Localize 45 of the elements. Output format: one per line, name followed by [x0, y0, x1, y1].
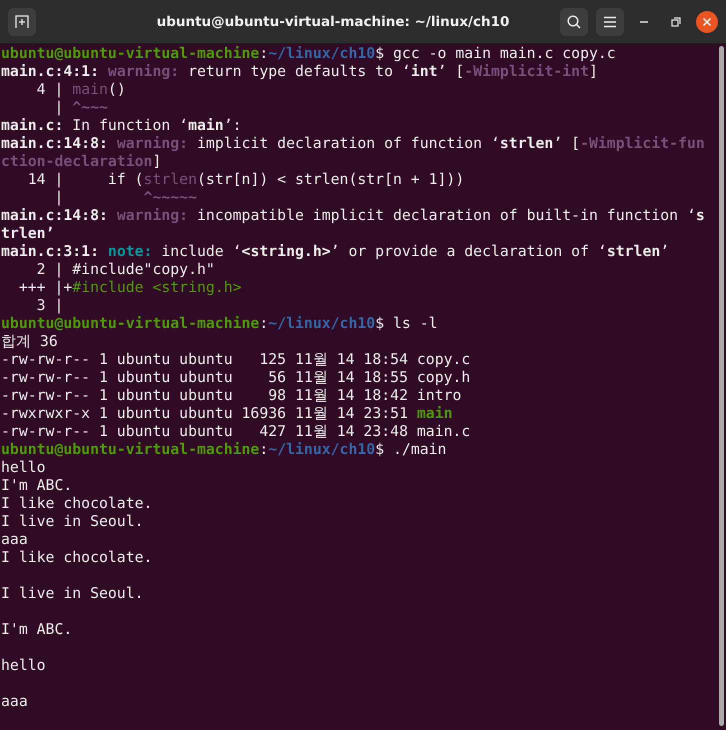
- terminal-line: 14 | if (strlen(str[n]) < strlen(str[n + 1])): [26, 171, 466, 189]
- terminal-line: | ^~~~: [53, 99, 109, 117]
- terminal-line: 2 | #include"copy.h": [36, 261, 216, 279]
- search-button[interactable]: [560, 8, 588, 36]
- terminal-line: I live in Seoul.: [1, 585, 145, 603]
- menu-button[interactable]: [596, 8, 624, 36]
- terminal-line: I'm ABC.: [1, 477, 74, 495]
- terminal-line: 4 | main(): [36, 81, 127, 99]
- new-tab-icon: [14, 14, 30, 30]
- terminal-line: -rw-rw-r-- 1 ubuntu ubuntu 98 11월 14 18:42 intro: [1, 387, 462, 405]
- terminal-line: I live in Seoul.: [1, 513, 145, 531]
- minimize-icon: [639, 20, 649, 24]
- terminal-line: I like chocolate.: [1, 495, 154, 513]
- terminal-line: hello: [1, 459, 47, 477]
- terminal-line: main.c:3:1: note: include ‘<string.h>’ or provide a declaration of ‘strlen’: [1, 243, 670, 261]
- terminal-line: +++ |+#include <string.h>: [18, 279, 243, 297]
- new-tab-button[interactable]: [8, 8, 36, 36]
- terminal-line: main.c:14:8: warning: implicit declaration of function ‘strlen’ [-Wimplicit-fun: [1, 135, 706, 153]
- terminal-line: 3 |: [36, 297, 64, 315]
- terminal-line: -rw-rw-r-- 1 ubuntu ubuntu 125 11월 14 18:54 copy.c: [1, 351, 472, 369]
- terminal-line: 합계 36: [1, 333, 59, 351]
- close-button[interactable]: [696, 10, 718, 32]
- close-icon: [702, 16, 712, 26]
- terminal-line: ubuntu@ubuntu-virtual-machine:~/linux/ch10$ gcc -o main main.c copy.c: [1, 45, 617, 63]
- terminal-line: aaa: [1, 531, 29, 549]
- search-icon: [566, 14, 582, 30]
- terminal-line: main.c:14:8: warning: incompatible implicit declaration of built-in function ‘s: [1, 207, 706, 225]
- terminal-line: aaa: [1, 693, 29, 711]
- terminal-line: | ^~~~~~: [53, 189, 198, 207]
- terminal-line: ubuntu@ubuntu-virtual-machine:~/linux/ch10$ ./main: [1, 441, 448, 459]
- scrollbar[interactable]: [718, 46, 724, 726]
- terminal-line: main.c: In function ‘main’:: [1, 117, 243, 135]
- window-title: ubuntu@ubuntu-virtual-machine: ~/linux/ch10: [156, 14, 510, 30]
- terminal-line: I like chocolate.: [1, 549, 154, 567]
- terminal-line: -rwxrwxr-x 1 ubuntu ubuntu 16936 11월 14 23:51 main: [1, 405, 454, 423]
- terminal-line: -rw-rw-r-- 1 ubuntu ubuntu 427 11월 14 23:48 main.c: [1, 423, 472, 441]
- terminal-line: I'm ABC.: [1, 621, 74, 639]
- menu-icon: [603, 16, 617, 28]
- terminal-line: trlen’: [1, 225, 56, 243]
- terminal-line: main.c:4:1: warning: return type defaults to ‘int’ [-Wimplicit-int]: [1, 63, 599, 81]
- terminal-line: ubuntu@ubuntu-virtual-machine:~/linux/ch10$ ls -l: [1, 315, 439, 333]
- terminal-line: ction-declaration]: [1, 153, 162, 171]
- terminal-line: hello: [1, 657, 47, 675]
- maximize-icon: [671, 16, 681, 26]
- terminal-line: -rw-rw-r-- 1 ubuntu ubuntu 56 11월 14 18:55 copy.h: [1, 369, 472, 387]
